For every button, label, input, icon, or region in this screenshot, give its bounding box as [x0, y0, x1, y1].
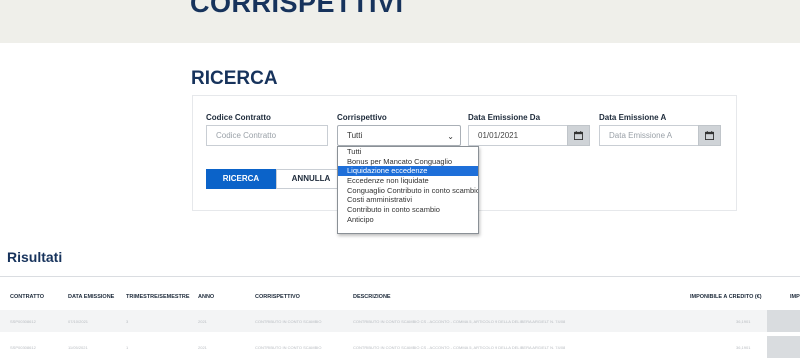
cell-anno: 2021 [198, 319, 207, 324]
dropdown-option-highlighted[interactable]: Liquidazione eccedenze [338, 166, 478, 177]
cancel-button[interactable]: ANNULLA [276, 169, 346, 189]
dropdown-option[interactable]: Anticipo [338, 215, 478, 225]
table-row[interactable]: SSP00308612 07/10/2021 3 2021 CONTRIBUTO… [0, 310, 800, 332]
cell-trimestre: 3 [126, 319, 129, 324]
codice-contratto-input[interactable]: Codice Contratto [206, 125, 328, 146]
cell-data: 11/05/2021 [68, 345, 88, 350]
column-header-truncated[interactable]: IMP [790, 294, 800, 300]
column-header-imponibile[interactable]: IMPONIBILE A CREDITO (€) [690, 294, 762, 300]
cell-descrizione: CONTRIBUTO IN CONTO SCAMBIO CS - ACCONTO… [353, 319, 566, 324]
calendar-a-button[interactable] [698, 125, 721, 146]
codice-contratto-label: Codice Contratto [206, 113, 271, 122]
page-title: CORRISPETTIVI [190, 0, 404, 18]
results-title: Risultati [7, 249, 63, 265]
dropdown-option[interactable]: Bonus per Mancato Conguaglio [338, 157, 478, 167]
cell-corrispettivo: CONTRIBUTO IN CONTO SCAMBIO [255, 319, 322, 324]
dropdown-option[interactable]: Eccedenze non liquidate [338, 176, 478, 186]
corrispettivo-selected-value: Tutti [347, 131, 363, 140]
corrispettivo-dropdown: Tutti Bonus per Mancato Conguaglio Liqui… [337, 146, 479, 234]
table-row[interactable]: SSP00308612 11/05/2021 1 2021 CONTRIBUTO… [0, 336, 800, 358]
cell-data: 07/10/2021 [68, 319, 89, 324]
data-emissione-da-input[interactable]: 01/01/2021 [468, 125, 568, 146]
cell-contratto: SSP00308612 [10, 345, 36, 350]
page-banner: CORRISPETTIVI [0, 0, 800, 43]
cell-imponibile: 36,1901 [736, 345, 751, 350]
row-edge [767, 336, 800, 358]
search-button[interactable]: RICERCA [206, 169, 276, 189]
chevron-down-icon: ⌄ [447, 132, 454, 141]
column-header-descrizione[interactable]: DESCRIZIONE [353, 294, 391, 300]
dropdown-option[interactable]: Costi amministrativi [338, 195, 478, 205]
dropdown-option[interactable]: Conguaglio Contributo in conto scambio [338, 186, 478, 196]
calendar-da-button[interactable] [567, 125, 590, 146]
column-header-trimestre[interactable]: TRIMESTRE/SEMESTRE [126, 294, 190, 300]
divider [0, 276, 800, 277]
cell-anno: 2021 [198, 345, 207, 350]
dropdown-option[interactable]: Tutti [338, 147, 478, 157]
column-header-contratto[interactable]: CONTRATTO [10, 294, 44, 300]
data-emissione-da-label: Data Emissione Da [468, 113, 541, 122]
row-edge [767, 310, 800, 332]
corrispettivo-select[interactable]: Tutti ⌄ [337, 125, 461, 146]
column-header-anno[interactable]: ANNO [198, 294, 214, 300]
column-header-corrispettivo[interactable]: CORRISPETTIVO [255, 294, 300, 300]
cell-contratto: SSP00308612 [10, 319, 36, 324]
cell-trimestre: 1 [126, 345, 129, 350]
cell-descrizione: CONTRIBUTO IN CONTO SCAMBIO CS - ACCONTO… [353, 345, 566, 350]
calendar-icon [705, 131, 714, 140]
corrispettivo-label: Corrispettivo [337, 113, 387, 122]
calendar-icon [574, 131, 583, 140]
dropdown-option[interactable]: Contributo in conto scambio [338, 205, 478, 215]
column-header-data-emissione[interactable]: DATA EMISSIONE [68, 294, 114, 300]
search-section-title: RICERCA [191, 68, 278, 89]
cell-corrispettivo: CONTRIBUTO IN CONTO SCAMBIO [255, 345, 322, 350]
cell-imponibile: 36,1901 [736, 319, 751, 324]
data-emissione-a-label: Data Emissione A [599, 113, 667, 122]
data-emissione-a-input[interactable]: Data Emissione A [599, 125, 699, 146]
